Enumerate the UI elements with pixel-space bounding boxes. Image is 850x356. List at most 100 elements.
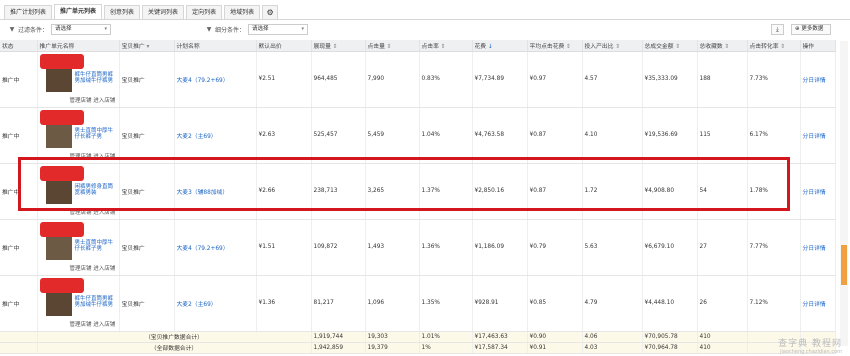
shop-links[interactable]: 管理店铺 进入店铺 — [70, 208, 116, 216]
table-row: 推广中 裤牛仔直筒男裤男加绒牛仔裤男 管理店铺 进入店铺 宝贝推广 大麦2（主69） ¥1… — [0, 275, 836, 332]
plan-link[interactable]: 大麦4（79.2+69） — [174, 51, 257, 108]
tab-keyword-list[interactable]: 关键词列表 — [142, 5, 185, 19]
product-title-link[interactable]: 闲裤男修身直筒宽裤男装 — [75, 184, 115, 197]
ctr-cell: 0.83% — [419, 51, 473, 108]
cost-cell: ¥1,186.09 — [472, 219, 528, 276]
scrollbar-track[interactable] — [840, 41, 848, 346]
impressions-cell: 525,457 — [311, 107, 366, 164]
summary-cpc: ¥0.91 — [527, 342, 583, 354]
unit-name-cell: 闲裤男修身直筒宽裤男装管理店铺 进入店铺 — [37, 163, 120, 220]
bid-cell: ¥1.51 — [256, 219, 312, 276]
cost-cell: ¥7,734.89 — [472, 51, 528, 108]
unit-name-cell: 裤牛仔直筒男裤男加绒牛仔裤男管理店铺 进入店铺 — [37, 275, 120, 332]
summary-ctr: 1% — [419, 342, 473, 354]
tab-creative-list[interactable]: 创意列表 — [104, 5, 141, 19]
roi-cell: 1.72 — [582, 163, 643, 220]
tab-divider — [0, 19, 850, 20]
cpc-cell: ¥0.87 — [527, 163, 583, 220]
favorites-cell: 115 — [697, 107, 748, 164]
col-cpc[interactable]: 平均点击花费 ⇕ — [527, 40, 583, 52]
gmv-cell: ¥6,679.10 — [642, 219, 698, 276]
tab-unit-list[interactable]: 推广单元列表 — [54, 4, 103, 19]
status-cell: 推广中 — [0, 275, 38, 332]
segment-funnel-icon: ▼ — [206, 25, 212, 33]
summary-favorites: 410 — [697, 342, 748, 354]
download-button[interactable]: ⤓ — [771, 24, 784, 35]
product-title-link[interactable]: 裤牛仔直筒男裤男加绒牛仔裤男 — [75, 72, 115, 85]
clicks-cell: 1,493 — [365, 219, 420, 276]
shop-links[interactable]: 管理店铺 进入店铺 — [70, 320, 116, 328]
col-gmv[interactable]: 总成交金额 ⇕ — [642, 40, 698, 52]
col-cvr[interactable]: 点击转化率 ⇕ — [747, 40, 801, 52]
chevron-down-icon: ▾ — [104, 26, 108, 32]
product-title-link[interactable]: 男士直筒中厚牛仔长裤子男 — [75, 240, 115, 253]
col-cost[interactable]: 花费 ↓ — [472, 40, 528, 52]
col-ctr[interactable]: 点击率 ⇕ — [419, 40, 473, 52]
col-impressions[interactable]: 展现量 ⇕ — [311, 40, 366, 52]
shop-links[interactable]: 管理店铺 进入店铺 — [70, 96, 116, 104]
type-cell: 宝贝推广 — [119, 51, 175, 108]
daily-detail-link[interactable]: 分日详情 — [800, 275, 836, 332]
table-row: 推广中 裤牛仔直筒男裤男加绒牛仔裤男 管理店铺 进入店铺 宝贝推广 大麦4（79.2+6… — [0, 51, 836, 108]
roi-cell: 4.57 — [582, 51, 643, 108]
product-title-link[interactable]: 裤牛仔直筒男裤男加绒牛仔裤男 — [75, 296, 115, 309]
summary-impressions: 1,942,859 — [311, 342, 366, 354]
col-type[interactable]: 宝贝推广 ▾ — [119, 40, 175, 52]
tab-plan-list[interactable]: 推广计划列表 — [4, 5, 53, 19]
cpc-cell: ¥0.97 — [527, 51, 583, 108]
impressions-cell: 238,713 — [311, 163, 366, 220]
impressions-cell: 109,872 — [311, 219, 366, 276]
status-cell: 推广中 — [0, 107, 38, 164]
shop-links[interactable]: 管理店铺 进入店铺 — [70, 152, 116, 160]
clicks-cell: 1,096 — [365, 275, 420, 332]
redaction-mark — [39, 109, 84, 125]
summary-gmv: ¥70,964.78 — [642, 342, 698, 354]
type-cell: 宝贝推广 — [119, 275, 175, 332]
summary-favorites: 410 — [697, 331, 748, 343]
daily-detail-link[interactable]: 分日详情 — [800, 219, 836, 276]
filter-funnel-icon: ▼ — [9, 25, 15, 33]
gmv-cell: ¥4,448.10 — [642, 275, 698, 332]
scrollbar-thumb[interactable] — [841, 245, 847, 285]
col-roi[interactable]: 投入产出比 ⇕ — [582, 40, 643, 52]
summary-row: （全部数据合计） 1,942,859 19,379 1% ¥17,587.34 ¥0.91… — [0, 342, 836, 354]
summary-roi: 4.03 — [582, 342, 643, 354]
roi-cell: 4.10 — [582, 107, 643, 164]
daily-detail-link[interactable]: 分日详情 — [800, 107, 836, 164]
col-clicks[interactable]: 点击量 ⇕ — [365, 40, 420, 52]
col-favorites[interactable]: 总收藏数 ⇕ — [697, 40, 748, 52]
tab-targeting-list[interactable]: 定向列表 — [186, 5, 223, 19]
gmv-cell: ¥4,908.80 — [642, 163, 698, 220]
plan-link[interactable]: 大麦4（79.2+69） — [174, 219, 257, 276]
summary-roi: 4.06 — [582, 331, 643, 343]
more-data-button[interactable]: ⊕ 更多数据 — [791, 24, 831, 35]
cvr-cell: 7.12% — [747, 275, 801, 332]
cost-cell: ¥4,763.58 — [472, 107, 528, 164]
chevron-down-icon: ▾ — [301, 26, 305, 32]
col-bid: 默认出价 — [256, 40, 312, 52]
unit-name-cell: 男士直筒中厚牛仔长裤子男管理店铺 进入店铺 — [37, 219, 120, 276]
ctr-cell: 1.36% — [419, 219, 473, 276]
gmv-cell: ¥19,536.69 — [642, 107, 698, 164]
settings-gear-icon[interactable]: ⚙ — [262, 5, 279, 19]
daily-detail-link[interactable]: 分日详情 — [800, 163, 836, 220]
plan-link[interactable]: 大麦2（主69） — [174, 275, 257, 332]
ctr-cell: 1.37% — [419, 163, 473, 220]
clicks-cell: 5,459 — [365, 107, 420, 164]
roi-cell: 4.79 — [582, 275, 643, 332]
table-row: 推广中 闲裤男修身直筒宽裤男装 管理店铺 进入店铺 宝贝推广 大麦3（辅88加绒） ¥2.… — [0, 163, 836, 220]
summary-row: （宝贝推广数据合计） 1,919,744 19,303 1.01% ¥17,463.63… — [0, 331, 836, 343]
redaction-mark — [39, 221, 84, 237]
product-title-link[interactable]: 男士直筒中厚牛仔长裤子男 — [75, 128, 115, 141]
cvr-cell: 6.17% — [747, 107, 801, 164]
daily-detail-link[interactable]: 分日详情 — [800, 51, 836, 108]
col-unit-name: 推广单元名称 — [37, 40, 120, 52]
filter-select[interactable]: 请选择 ▾ — [51, 24, 112, 35]
filter-label: 过滤条件： — [18, 27, 49, 34]
plan-link[interactable]: 大麦3（辅88加绒） — [174, 163, 257, 220]
unit-data-table: 状态 推广单元名称 宝贝推广 ▾ 计划名称 默认出价 展现量 ⇕ 点击量 ⇕ 点… — [0, 40, 836, 354]
shop-links[interactable]: 管理店铺 进入店铺 — [70, 264, 116, 272]
tab-region-list[interactable]: 地域列表 — [224, 5, 261, 19]
plan-link[interactable]: 大麦2（主69） — [174, 107, 257, 164]
segment-select[interactable]: 请选择 ▾ — [248, 24, 309, 35]
